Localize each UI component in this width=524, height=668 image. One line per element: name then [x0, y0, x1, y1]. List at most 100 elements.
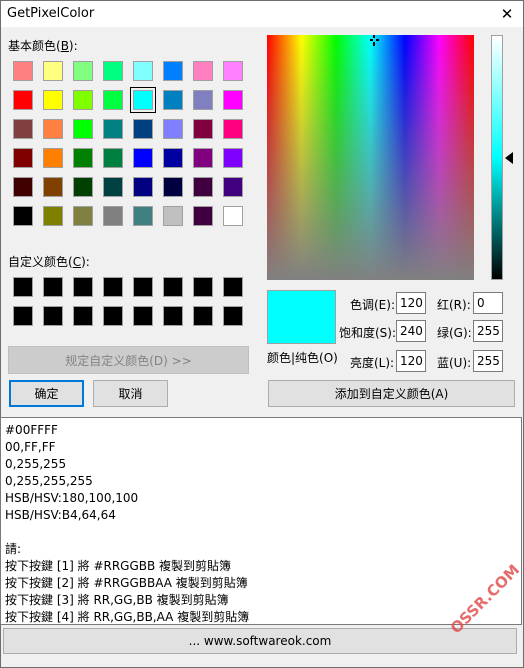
- green-field[interactable]: 255: [473, 320, 503, 342]
- luminance-bar[interactable]: [491, 35, 503, 280]
- basic-color-swatch[interactable]: [13, 90, 33, 110]
- basic-color-swatch[interactable]: [223, 206, 243, 226]
- blue-field[interactable]: 255: [473, 350, 503, 372]
- custom-color-swatch[interactable]: [103, 277, 123, 297]
- output-line: #00FFFF: [5, 423, 58, 437]
- custom-color-swatch[interactable]: [133, 306, 153, 326]
- ok-button[interactable]: 确定: [9, 380, 84, 407]
- basic-color-swatch[interactable]: [163, 119, 183, 139]
- custom-color-swatch[interactable]: [193, 277, 213, 297]
- basic-color-swatch[interactable]: [163, 61, 183, 81]
- basic-color-swatch[interactable]: [223, 119, 243, 139]
- basic-color-swatch[interactable]: [193, 148, 213, 168]
- color-preview: [267, 290, 336, 344]
- luminance-field[interactable]: 120: [396, 350, 426, 372]
- add-to-custom-colors-button[interactable]: 添加到自定义颜色(A): [268, 380, 515, 407]
- basic-color-swatch[interactable]: [43, 148, 63, 168]
- color-spectrum[interactable]: [267, 35, 474, 280]
- basic-color-swatch[interactable]: [13, 61, 33, 81]
- hue-label: 色调(E):: [350, 298, 395, 312]
- crosshair-icon: [370, 35, 379, 46]
- output-text-area[interactable]: #00FFFF 00,FF,FF 0,255,255 0,255,255,255 HSB…: [0, 417, 522, 625]
- luminance-arrow-icon[interactable]: [505, 152, 513, 164]
- basic-color-swatch[interactable]: [133, 177, 153, 197]
- basic-color-swatch[interactable]: [103, 206, 123, 226]
- custom-color-swatch[interactable]: [193, 306, 213, 326]
- custom-color-swatch[interactable]: [163, 306, 183, 326]
- define-custom-colors-button[interactable]: 规定自定义颜色(D) >>: [8, 346, 249, 374]
- red-label: 红(R):: [437, 298, 471, 312]
- basic-color-swatch[interactable]: [73, 90, 93, 110]
- basic-color-swatch[interactable]: [223, 177, 243, 197]
- basic-color-swatch[interactable]: [163, 206, 183, 226]
- basic-color-swatch[interactable]: [103, 148, 123, 168]
- basic-color-swatch[interactable]: [73, 119, 93, 139]
- basic-color-swatch[interactable]: [223, 148, 243, 168]
- color-solid-label: 颜色|纯色(O): [267, 351, 338, 365]
- basic-color-swatch[interactable]: [43, 61, 63, 81]
- basic-color-swatch[interactable]: [193, 119, 213, 139]
- basic-color-swatch[interactable]: [193, 90, 213, 110]
- output-line: 0,255,255,255: [5, 474, 93, 488]
- saturation-label: 饱和度(S):: [339, 326, 397, 340]
- saturation-field[interactable]: 240: [396, 320, 426, 342]
- hue-field[interactable]: 120: [396, 292, 426, 314]
- basic-color-swatch[interactable]: [223, 90, 243, 110]
- basic-color-swatch[interactable]: [73, 61, 93, 81]
- basic-color-swatch[interactable]: [193, 177, 213, 197]
- output-line: HSB/HSV:180,100,100: [5, 491, 139, 505]
- red-field[interactable]: 0: [473, 292, 503, 314]
- basic-color-swatch[interactable]: [43, 119, 63, 139]
- close-icon[interactable]: ✕: [491, 1, 523, 27]
- basic-color-swatch[interactable]: [133, 119, 153, 139]
- window-title: GetPixelColor: [7, 6, 95, 21]
- basic-color-swatch[interactable]: [133, 148, 153, 168]
- basic-color-swatch[interactable]: [43, 177, 63, 197]
- blue-label: 蓝(U):: [437, 356, 472, 370]
- basic-color-swatch[interactable]: [73, 177, 93, 197]
- output-line: 按下按鍵 [2] 將 #RRGGBBAA 複製到剪貼簿: [5, 576, 248, 590]
- custom-colors-label: 自定义颜色(C):: [8, 255, 90, 269]
- basic-color-swatch[interactable]: [13, 206, 33, 226]
- custom-color-swatch[interactable]: [223, 306, 243, 326]
- custom-color-swatch[interactable]: [43, 306, 63, 326]
- basic-color-swatch[interactable]: [13, 177, 33, 197]
- output-line: 0,255,255: [5, 457, 67, 471]
- basic-color-swatch[interactable]: [193, 61, 213, 81]
- basic-color-swatch[interactable]: [103, 61, 123, 81]
- basic-color-swatch[interactable]: [103, 119, 123, 139]
- basic-color-swatch[interactable]: [193, 206, 213, 226]
- custom-color-swatch[interactable]: [13, 277, 33, 297]
- custom-color-swatch[interactable]: [73, 277, 93, 297]
- cancel-button[interactable]: 取消: [93, 380, 168, 407]
- basic-color-swatch[interactable]: [103, 90, 123, 110]
- output-line: 按下按鍵 [4] 將 RR,GG,BB,AA 複製到剪貼簿: [5, 610, 250, 624]
- title-bar: GetPixelColor ✕: [1, 1, 523, 27]
- output-line: 按下按鍵 [3] 將 RR,GG,BB 複製到剪貼簿: [5, 593, 229, 607]
- basic-color-swatch[interactable]: [13, 148, 33, 168]
- website-button[interactable]: ... www.softwareok.com: [3, 628, 517, 654]
- basic-color-swatch[interactable]: [73, 148, 93, 168]
- custom-color-swatch[interactable]: [43, 277, 63, 297]
- basic-color-swatch[interactable]: [43, 90, 63, 110]
- basic-color-swatch[interactable]: [103, 177, 123, 197]
- basic-color-swatch[interactable]: [163, 177, 183, 197]
- basic-color-swatch[interactable]: [73, 206, 93, 226]
- output-line: 請:: [5, 542, 22, 556]
- custom-color-swatch[interactable]: [103, 306, 123, 326]
- basic-color-swatch[interactable]: [43, 206, 63, 226]
- basic-color-swatch[interactable]: [133, 61, 153, 81]
- basic-colors-label: 基本颜色(B):: [8, 39, 78, 53]
- basic-color-swatch[interactable]: [133, 206, 153, 226]
- basic-color-swatch[interactable]: [223, 61, 243, 81]
- custom-color-swatch[interactable]: [73, 306, 93, 326]
- basic-color-swatch[interactable]: [163, 148, 183, 168]
- basic-color-swatch[interactable]: [130, 87, 156, 113]
- custom-color-swatch[interactable]: [223, 277, 243, 297]
- custom-color-swatch[interactable]: [13, 306, 33, 326]
- basic-color-swatch[interactable]: [13, 119, 33, 139]
- custom-color-swatch[interactable]: [163, 277, 183, 297]
- basic-color-swatch[interactable]: [163, 90, 183, 110]
- custom-color-swatch[interactable]: [133, 277, 153, 297]
